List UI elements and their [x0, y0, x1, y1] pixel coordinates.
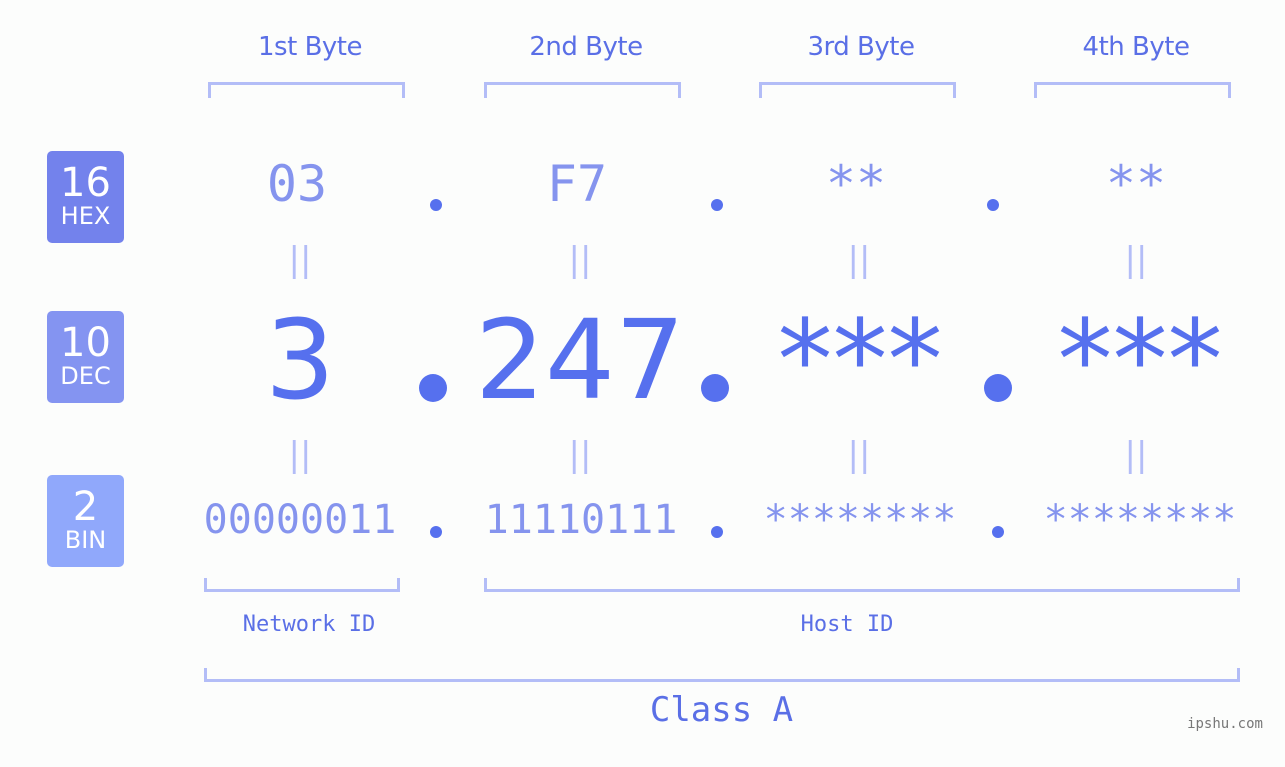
dec-base-number: 10	[60, 320, 111, 366]
dec-separator-dot	[701, 374, 729, 402]
hex-separator-dot	[711, 199, 723, 211]
byte-bracket-3	[759, 82, 956, 98]
byte-header-3: 3rd Byte	[807, 32, 915, 62]
bin-byte-4: ********	[1043, 497, 1237, 543]
bin-separator-dot	[711, 526, 723, 538]
bin-badge: 2 BIN	[47, 475, 124, 567]
dec-byte-3: ***	[777, 296, 943, 424]
dec-badge: 10 DEC	[47, 311, 124, 403]
hex-byte-4: **	[1105, 155, 1167, 213]
dec-separator-dot	[984, 374, 1012, 402]
network-id-bracket	[204, 578, 400, 592]
hex-base-number: 16	[60, 160, 111, 206]
hex-byte-1: 03	[266, 155, 328, 213]
byte-bracket-4	[1034, 82, 1231, 98]
equals-sign: ||	[568, 435, 592, 475]
dec-byte-4: ***	[1057, 296, 1223, 424]
bin-separator-dot	[430, 526, 442, 538]
hex-badge: 16 HEX	[47, 151, 124, 243]
byte-header-4: 4th Byte	[1082, 32, 1190, 62]
bin-base-label: BIN	[64, 526, 107, 554]
dec-base-label: DEC	[60, 362, 111, 390]
byte-bracket-1	[208, 82, 405, 98]
equals-sign: ||	[1124, 435, 1148, 475]
bin-base-number: 2	[72, 484, 99, 530]
dec-separator-dot	[419, 374, 447, 402]
equals-sign: ||	[847, 435, 871, 475]
hex-separator-dot	[430, 199, 442, 211]
hex-separator-dot	[987, 199, 999, 211]
bin-separator-dot	[992, 526, 1004, 538]
equals-sign: ||	[288, 435, 312, 475]
equals-sign: ||	[1124, 240, 1148, 280]
byte-header-1: 1st Byte	[258, 32, 362, 62]
hex-base-label: HEX	[60, 202, 111, 230]
bin-byte-2: 11110111	[484, 497, 678, 543]
bin-byte-3: ********	[763, 497, 957, 543]
equals-sign: ||	[288, 240, 312, 280]
bin-byte-1: 00000011	[203, 497, 397, 543]
watermark: ipshu.com	[1187, 716, 1263, 732]
dec-byte-1: 3	[265, 296, 335, 424]
equals-sign: ||	[847, 240, 871, 280]
byte-header-2: 2nd Byte	[529, 32, 643, 62]
network-id-label: Network ID	[242, 612, 376, 637]
class-bracket	[204, 668, 1240, 682]
class-label: Class A	[649, 690, 794, 730]
byte-bracket-2	[484, 82, 681, 98]
hex-byte-2: F7	[546, 155, 608, 213]
host-id-label: Host ID	[800, 612, 894, 637]
host-id-bracket	[484, 578, 1240, 592]
hex-byte-3: **	[825, 155, 887, 213]
equals-sign: ||	[568, 240, 592, 280]
dec-byte-2: 247	[475, 296, 685, 424]
